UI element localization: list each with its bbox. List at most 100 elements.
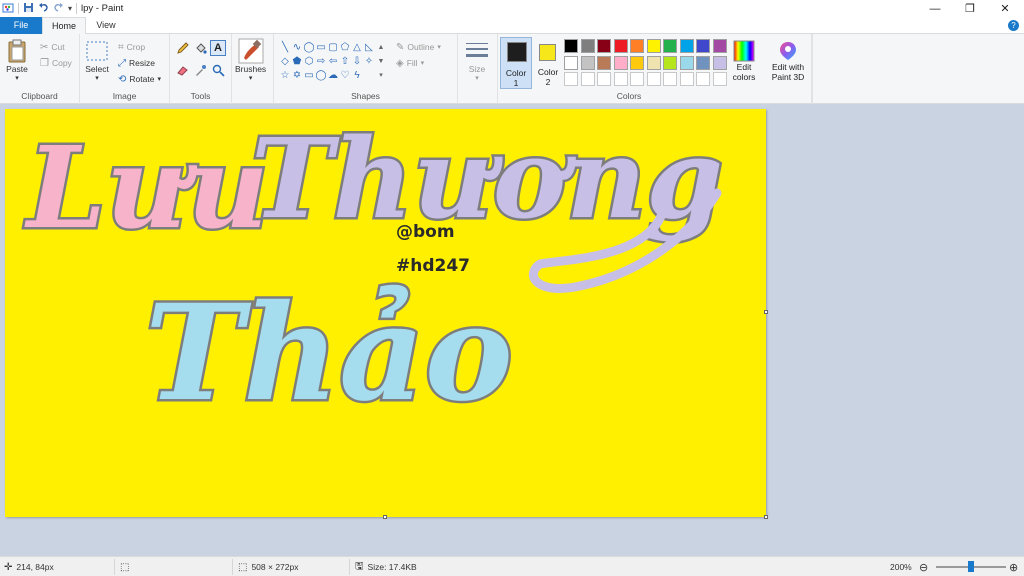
custom-color-slot[interactable] xyxy=(646,72,661,86)
heart-shape-icon[interactable]: ♡ xyxy=(339,68,351,82)
brushes-button[interactable]: Brushes ▾ xyxy=(235,38,266,82)
color-swatch[interactable] xyxy=(712,55,727,70)
paste-button[interactable]: Paste ▾ xyxy=(6,38,28,82)
down-arrow-shape-icon[interactable]: ⇩ xyxy=(351,54,363,68)
pentagon-shape-icon[interactable]: ⬟ xyxy=(291,54,303,68)
color-swatch[interactable] xyxy=(696,55,710,70)
outline-button[interactable]: ✎ Outline ▾ xyxy=(396,40,441,54)
edit-colors-button[interactable]: Edit colors xyxy=(731,40,757,82)
four-point-star-shape-icon[interactable]: ✧ xyxy=(363,54,375,68)
polygon-shape-icon[interactable]: ⬠ xyxy=(339,40,351,54)
restore-button[interactable]: ❐ xyxy=(953,0,987,17)
right-triangle-shape-icon[interactable]: ◺ xyxy=(363,40,375,54)
undo-icon[interactable] xyxy=(38,2,49,15)
color-swatch[interactable] xyxy=(580,39,595,53)
color-swatch[interactable] xyxy=(696,39,710,53)
size-button[interactable]: Size ▾ xyxy=(464,38,490,82)
zoom-level: 200% xyxy=(890,557,912,576)
canvas-workspace[interactable]: Lưu Thương Thảo @bom #hd247 xyxy=(0,104,1024,556)
resize-handle-bottom[interactable] xyxy=(383,515,387,519)
more-shapes-icon[interactable]: ▾ xyxy=(375,68,387,82)
custom-color-slot[interactable] xyxy=(679,72,694,86)
color-swatch[interactable] xyxy=(679,55,694,70)
rectangle-shape-icon[interactable]: ▭ xyxy=(315,40,327,54)
color-swatch[interactable] xyxy=(613,55,628,70)
resize-handle-right[interactable] xyxy=(764,310,768,314)
color-swatch[interactable] xyxy=(679,39,694,53)
color-swatch[interactable] xyxy=(630,39,644,53)
fill-label: Fill xyxy=(406,58,418,68)
custom-color-slot[interactable] xyxy=(564,72,578,86)
up-arrow-shape-icon[interactable]: ⇧ xyxy=(339,54,351,68)
cloud-callout-shape-icon[interactable]: ☁ xyxy=(327,68,339,82)
minimize-button[interactable]: — xyxy=(918,0,952,17)
drawing-canvas[interactable]: Lưu Thương Thảo @bom #hd247 xyxy=(5,109,766,517)
pencil-icon[interactable] xyxy=(176,42,189,57)
tab-file[interactable]: File xyxy=(0,17,42,34)
color-swatch[interactable] xyxy=(613,39,628,53)
zoom-in-button[interactable]: ⊕ xyxy=(1009,557,1018,576)
resize-handle-corner[interactable] xyxy=(764,515,768,519)
resize-button[interactable]: ⤢ Resize xyxy=(118,56,155,70)
eraser-icon[interactable] xyxy=(176,64,189,79)
zoom-out-button[interactable]: ⊖ xyxy=(919,557,928,576)
custom-color-slot[interactable] xyxy=(696,72,710,86)
color-swatch[interactable] xyxy=(597,55,611,70)
edit-with-paint-3d-button[interactable]: Edit with Paint 3D xyxy=(766,40,810,82)
fill-button[interactable]: ◈ Fill ▾ xyxy=(396,56,424,70)
oval-shape-icon[interactable]: ◯ xyxy=(303,40,315,54)
custom-color-slot[interactable] xyxy=(712,72,727,86)
color-swatch[interactable] xyxy=(564,55,578,70)
zoom-slider-thumb[interactable] xyxy=(968,561,974,572)
left-arrow-shape-icon[interactable]: ⇦ xyxy=(327,54,339,68)
color-picker-icon[interactable] xyxy=(194,64,207,79)
rounded-rectangle-shape-icon[interactable]: ▢ xyxy=(327,40,339,54)
close-button[interactable]: ✕ xyxy=(988,0,1022,17)
color-swatch[interactable] xyxy=(580,55,595,70)
color-swatch[interactable] xyxy=(646,55,661,70)
color-swatch[interactable] xyxy=(663,55,677,70)
color-1-button[interactable]: Color 1 xyxy=(500,37,532,89)
paint-app-icon[interactable] xyxy=(2,2,14,16)
rounded-callout-shape-icon[interactable]: ▭ xyxy=(303,68,315,82)
tab-view[interactable]: View xyxy=(86,17,126,34)
color-swatch[interactable] xyxy=(564,39,578,53)
right-arrow-shape-icon[interactable]: ⇨ xyxy=(315,54,327,68)
cut-button[interactable]: ✂ Cut xyxy=(40,40,65,54)
image-dimensions-icon: ⬚ xyxy=(238,561,248,573)
color-2-button[interactable]: Color 2 xyxy=(534,37,562,89)
fill-bucket-icon[interactable] xyxy=(194,42,207,57)
custom-color-slot[interactable] xyxy=(630,72,644,86)
diamond-shape-icon[interactable]: ◇ xyxy=(279,54,291,68)
color-swatch[interactable] xyxy=(646,39,661,53)
five-point-star-shape-icon[interactable]: ☆ xyxy=(279,68,291,82)
curve-shape-icon[interactable]: ∿ xyxy=(291,40,303,54)
custom-color-slot[interactable] xyxy=(663,72,677,86)
help-button[interactable]: ? xyxy=(1008,20,1019,31)
magnifier-icon[interactable] xyxy=(212,64,225,79)
tab-home[interactable]: Home xyxy=(42,17,86,35)
scroll-down-icon[interactable]: ▼ xyxy=(375,54,387,68)
custom-color-slot[interactable] xyxy=(580,72,595,86)
triangle-shape-icon[interactable]: △ xyxy=(351,40,363,54)
hexagon-shape-icon[interactable]: ⬡ xyxy=(303,54,315,68)
text-tool-icon[interactable]: A xyxy=(210,40,226,56)
custom-color-slot[interactable] xyxy=(613,72,628,86)
scroll-up-icon[interactable]: ▲ xyxy=(375,40,387,54)
crop-button[interactable]: ⌗ Crop xyxy=(118,40,145,54)
customize-toolbar-icon[interactable]: ▾ xyxy=(68,4,72,13)
redo-icon[interactable] xyxy=(53,2,64,15)
line-shape-icon[interactable]: ╲ xyxy=(279,40,291,54)
color-swatch[interactable] xyxy=(712,39,727,53)
six-point-star-shape-icon[interactable]: ✡ xyxy=(291,68,303,82)
lightning-shape-icon[interactable]: ϟ xyxy=(351,68,363,82)
custom-color-slot[interactable] xyxy=(597,72,611,86)
rotate-button[interactable]: ⟲ Rotate ▾ xyxy=(118,72,161,86)
oval-callout-shape-icon[interactable]: ◯ xyxy=(315,68,327,82)
color-swatch[interactable] xyxy=(663,39,677,53)
copy-button[interactable]: ❐ Copy xyxy=(40,56,72,70)
color-swatch[interactable] xyxy=(630,55,644,70)
color-swatch[interactable] xyxy=(597,39,611,53)
save-icon[interactable] xyxy=(23,2,34,15)
select-button[interactable]: Select ▾ xyxy=(85,38,109,82)
